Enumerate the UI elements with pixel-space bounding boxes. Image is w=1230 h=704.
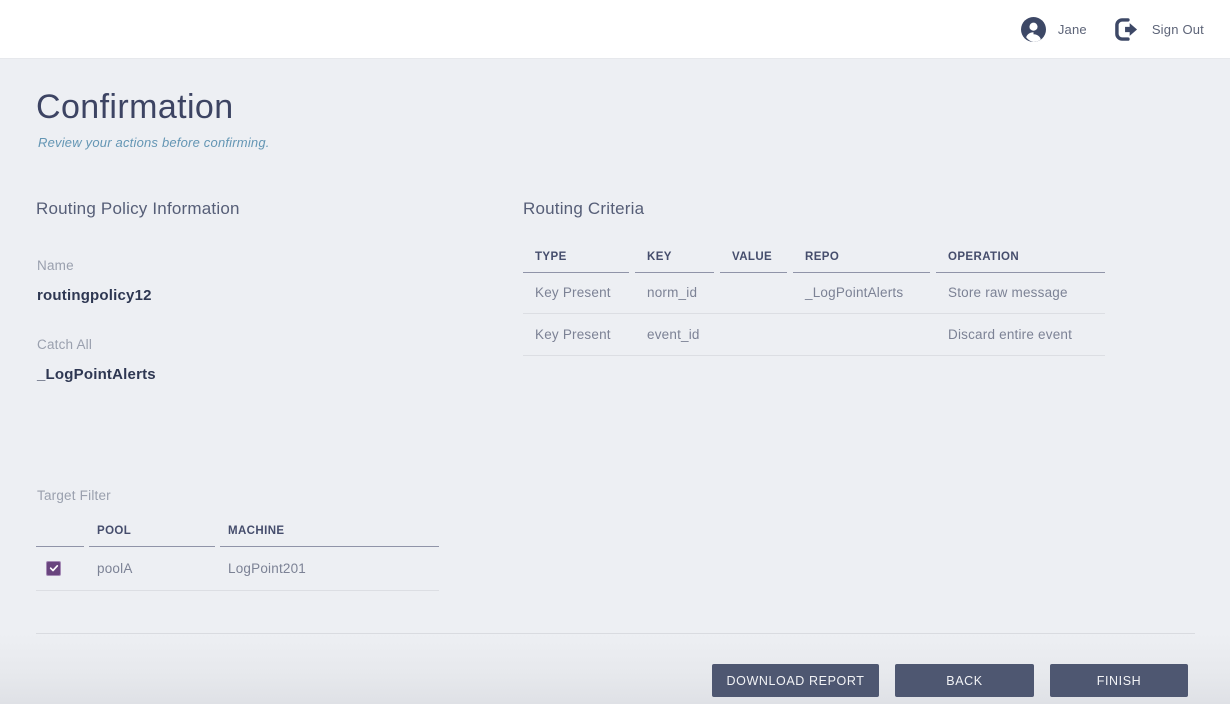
cell-pool: poolA xyxy=(97,560,133,576)
target-filter-heading: Target Filter xyxy=(37,488,111,503)
footer-actions: DOWNLOAD REPORT BACK FINISH xyxy=(712,664,1188,697)
column-header-type: TYPE xyxy=(523,244,629,273)
checkbox-cell xyxy=(36,560,84,576)
policy-info-heading: Routing Policy Information xyxy=(36,199,240,218)
cell-repo: _LogPointAlerts xyxy=(805,285,904,300)
footer-divider xyxy=(36,633,1195,634)
back-button[interactable]: BACK xyxy=(895,664,1034,697)
target-filter-header-row: POOL MACHINE xyxy=(36,518,439,547)
routing-criteria-header-row: TYPE KEY VALUE REPO OPERATION xyxy=(523,244,1105,273)
user-name-label: Jane xyxy=(1057,21,1087,37)
column-header-operation: OPERATION xyxy=(936,244,1105,273)
cell-key: norm_id xyxy=(647,285,698,300)
column-header-key: KEY xyxy=(635,244,714,273)
page-title: Confirmation xyxy=(36,88,234,126)
name-label: Name xyxy=(37,258,74,273)
cell-machine: LogPoint201 xyxy=(228,560,307,576)
table-row: poolA LogPoint201 xyxy=(36,546,439,591)
topbar: Jane Sign Out xyxy=(0,0,1230,59)
column-header-checkbox xyxy=(36,518,84,547)
confirmation-page: Jane Sign Out Confirmation Review your a… xyxy=(0,0,1230,704)
sign-out-icon xyxy=(1115,17,1137,41)
cell-type: Key Present xyxy=(535,327,611,342)
sign-out-label: Sign Out xyxy=(1151,21,1204,37)
table-row: Key Present event_id Discard entire even… xyxy=(523,314,1105,356)
row-checkbox[interactable] xyxy=(46,560,61,576)
catch-all-label: Catch All xyxy=(37,337,93,352)
page-subtitle: Review your actions before confirming. xyxy=(38,135,270,150)
user-menu[interactable]: Jane xyxy=(1020,16,1087,42)
column-header-value: VALUE xyxy=(720,244,787,273)
cell-type: Key Present xyxy=(535,285,611,300)
finish-button[interactable]: FINISH xyxy=(1050,664,1188,697)
column-header-pool: POOL xyxy=(89,518,215,547)
cell-key: event_id xyxy=(647,327,700,342)
download-report-button[interactable]: DOWNLOAD REPORT xyxy=(712,664,879,697)
catch-all-value: _LogPointAlerts xyxy=(37,366,156,383)
checkmark-icon xyxy=(49,565,58,572)
sign-out-button[interactable]: Sign Out xyxy=(1115,17,1204,41)
name-value: routingpolicy12 xyxy=(37,287,152,304)
table-row: Key Present norm_id _LogPointAlerts Stor… xyxy=(523,272,1105,314)
column-header-machine: MACHINE xyxy=(220,518,439,547)
cell-operation: Discard entire event xyxy=(948,327,1073,342)
column-header-repo: REPO xyxy=(793,244,930,273)
routing-criteria-heading: Routing Criteria xyxy=(523,199,645,218)
user-avatar-icon xyxy=(1020,16,1046,42)
cell-operation: Store raw message xyxy=(948,285,1068,300)
